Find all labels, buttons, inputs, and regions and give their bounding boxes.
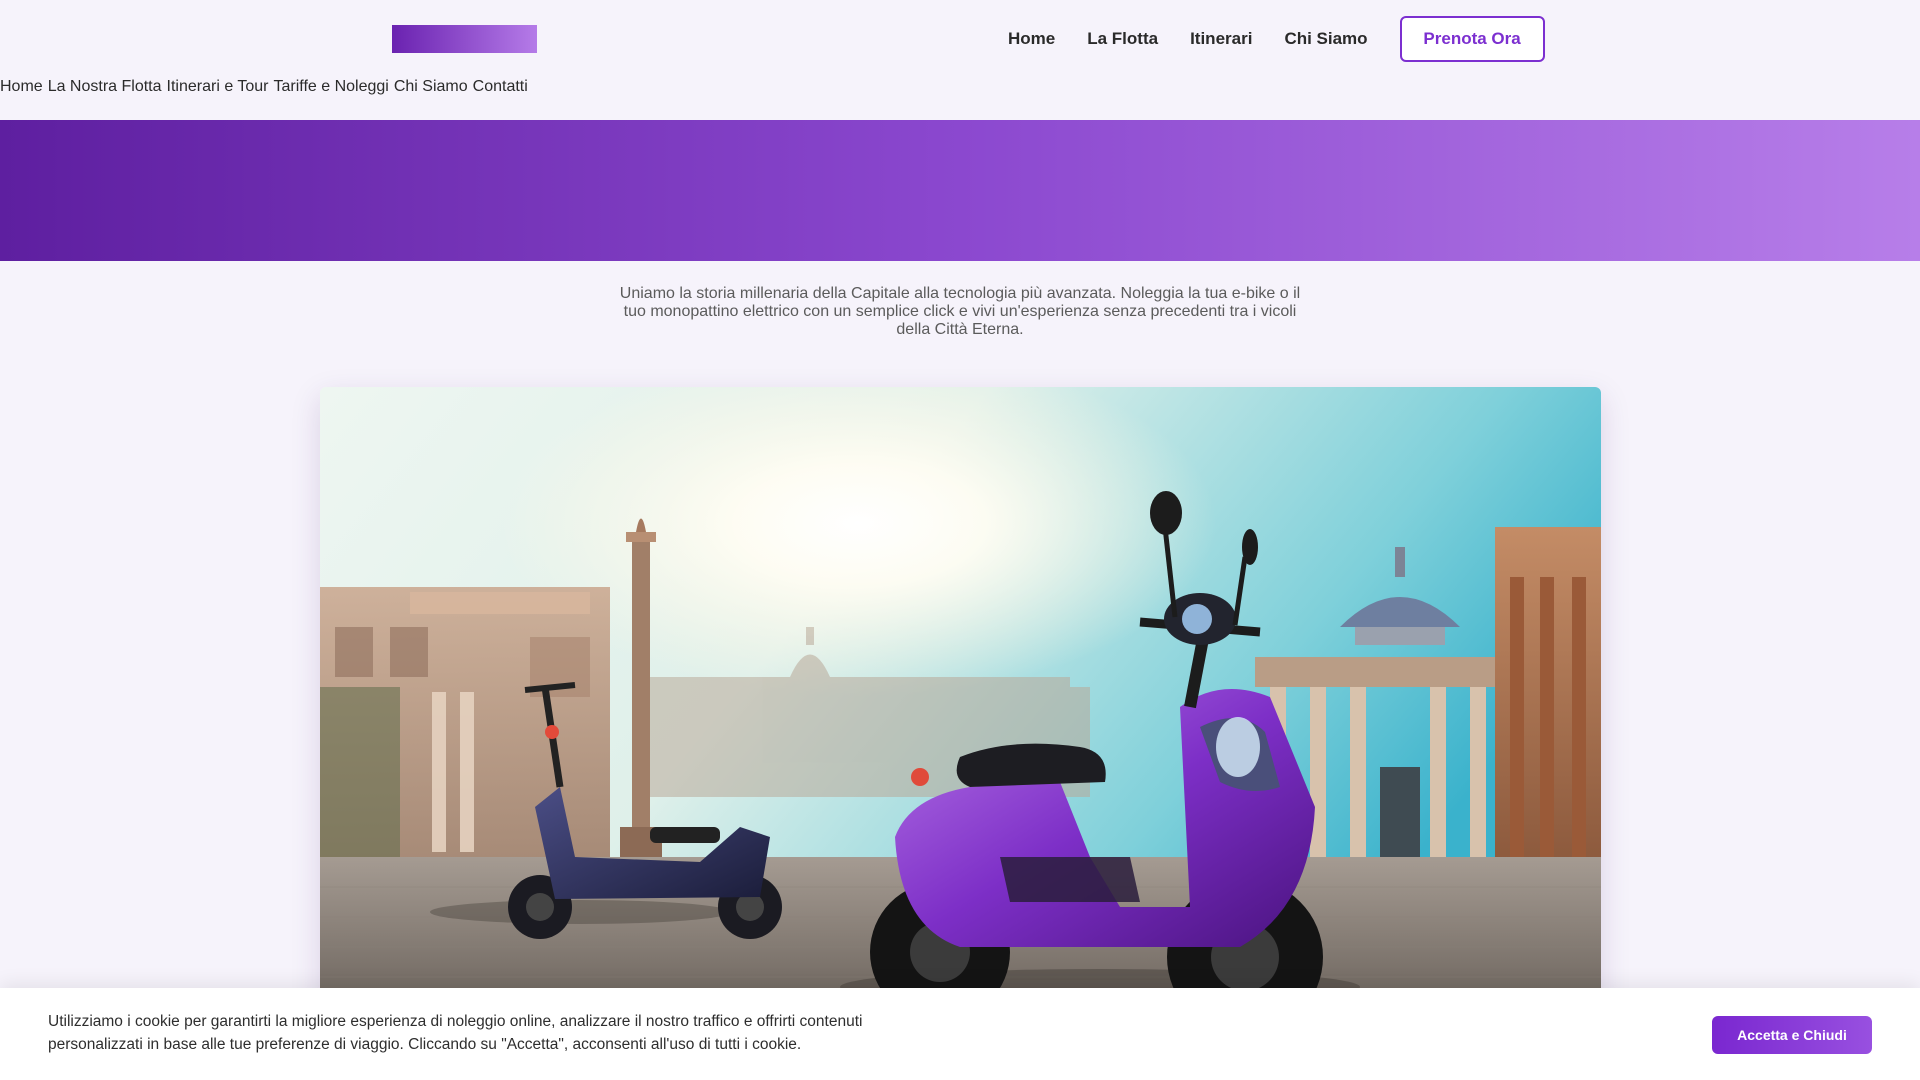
intro-text: Uniamo la storia millenaria della Capita… [619, 285, 1301, 338]
accept-cookies-button[interactable]: Accetta e Chiudi [1712, 1016, 1872, 1054]
nav-link-itinerari[interactable]: Itinerari [1190, 29, 1252, 49]
secondary-nav-contatti[interactable]: Contatti [473, 78, 528, 96]
site-header: Home La Flotta Itinerari Chi Siamo Preno… [0, 0, 1920, 76]
secondary-nav-home[interactable]: Home [0, 78, 43, 96]
hero-image [320, 387, 1601, 1007]
nav-link-la-flotta[interactable]: La Flotta [1087, 29, 1158, 49]
cookie-message: Utilizziamo i cookie per garantirti la m… [48, 1013, 863, 1053]
secondary-nav-la-nostra-flotta[interactable]: La Nostra Flotta [48, 78, 162, 96]
cookie-banner: Utilizziamo i cookie per garantirti la m… [0, 988, 1920, 1080]
site-logo[interactable] [392, 25, 537, 53]
main-nav: Home La Flotta Itinerari Chi Siamo Preno… [1008, 16, 1545, 62]
nav-link-chi-siamo[interactable]: Chi Siamo [1284, 29, 1367, 49]
prenota-ora-button[interactable]: Prenota Ora [1399, 16, 1545, 62]
hero-banner [0, 120, 1920, 261]
secondary-nav-tariffe-e-noleggi[interactable]: Tariffe e Noleggi [274, 78, 389, 96]
secondary-nav-chi-siamo[interactable]: Chi Siamo [394, 78, 468, 96]
secondary-nav-itinerari-e-tour[interactable]: Itinerari e Tour [167, 78, 269, 96]
secondary-nav: Home La Nostra Flotta Itinerari e Tour T… [0, 77, 533, 97]
nav-link-home[interactable]: Home [1008, 29, 1055, 49]
